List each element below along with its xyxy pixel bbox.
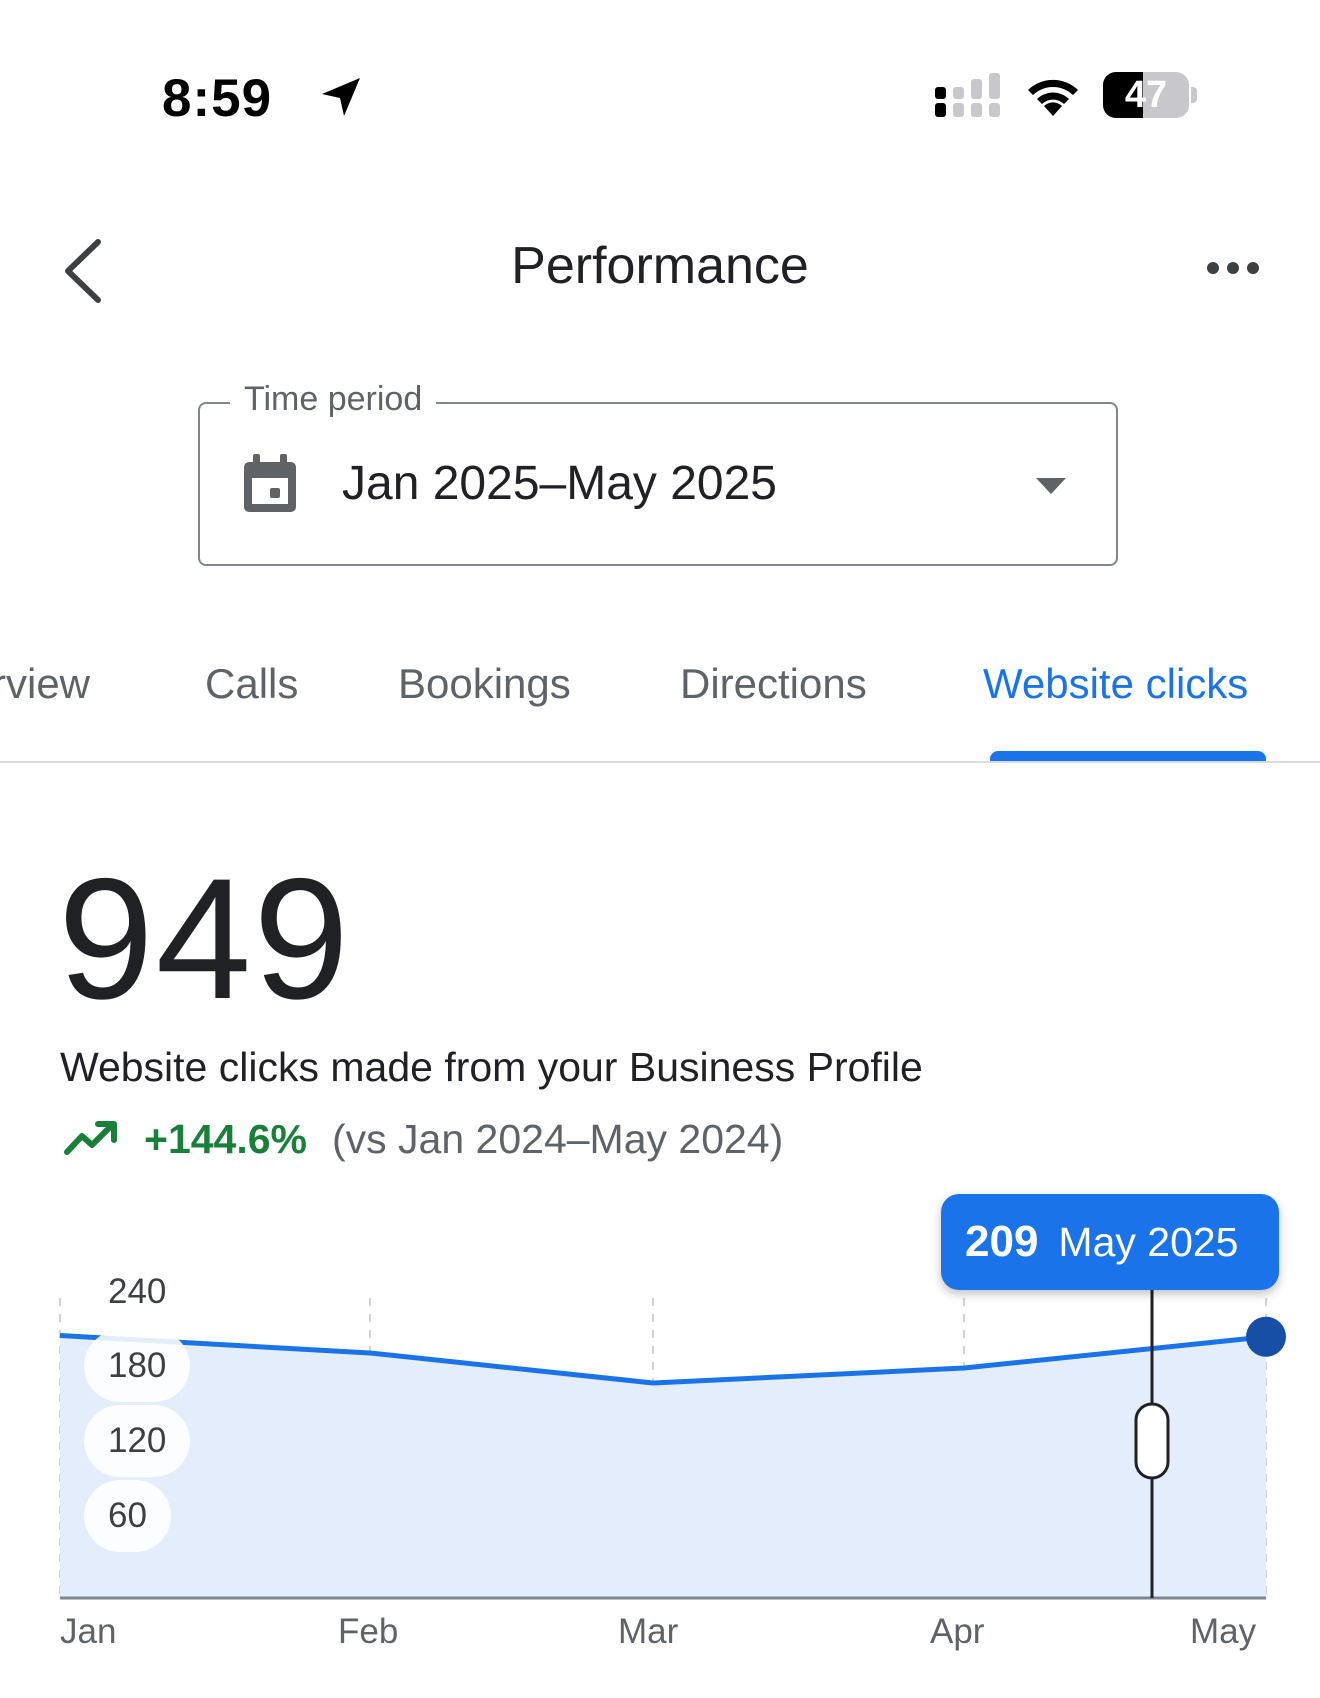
tab-website-clicks[interactable]: Website clicks (983, 660, 1248, 708)
tooltip-value: 209 (965, 1217, 1039, 1266)
tab-directions[interactable]: Directions (680, 660, 867, 708)
more-horizontal-icon[interactable] (1205, 250, 1261, 286)
x-tick-label: Jan (60, 1612, 117, 1651)
battery-percent: 47 (1124, 74, 1168, 116)
active-tab-indicator (990, 751, 1266, 761)
tooltip-date: May 2025 (1058, 1218, 1239, 1265)
highlight-point (1246, 1316, 1286, 1357)
chart-tooltip: 209 May 2025 (941, 1194, 1279, 1290)
wifi-icon (1028, 79, 1078, 116)
y-tick-label: 180 (84, 1330, 191, 1402)
time-period-value: Jan 2025–May 2025 (342, 457, 777, 510)
tabs-divider (0, 761, 1320, 763)
metric-value: 949 (58, 843, 351, 1035)
series-line (59, 1333, 1267, 1386)
scrubber-handle (1134, 1402, 1170, 1480)
signal-icon (935, 73, 1000, 117)
metric-description: Website clicks made from your Business P… (60, 1044, 923, 1090)
x-tick-label: May (1190, 1612, 1257, 1651)
trending-up-icon (64, 1121, 117, 1155)
location-arrow-icon (322, 78, 360, 116)
area-fill (60, 1335, 1266, 1598)
calendar-icon (244, 454, 296, 512)
battery-icon: 47 (1103, 72, 1197, 118)
comparison-period: (vs Jan 2024–May 2024) (332, 1116, 784, 1162)
x-tick-label: Apr (930, 1612, 985, 1651)
status-time: 8:59 (162, 69, 273, 128)
tab-calls[interactable]: Calls (205, 660, 298, 708)
change-percent: +144.6% (144, 1116, 307, 1162)
y-tick-label: 120 (84, 1405, 191, 1477)
caret-down-icon[interactable] (1034, 476, 1068, 496)
time-period-label: Time period (230, 380, 437, 419)
y-tick-label: 60 (84, 1480, 171, 1552)
tab-bookings[interactable]: Bookings (398, 660, 571, 708)
page-title: Performance (511, 237, 809, 295)
y-tick-label: 240 (108, 1272, 167, 1311)
tab-overview[interactable]: rview (0, 660, 90, 708)
x-tick-label: Feb (338, 1612, 399, 1651)
x-tick-label: Mar (618, 1612, 679, 1651)
